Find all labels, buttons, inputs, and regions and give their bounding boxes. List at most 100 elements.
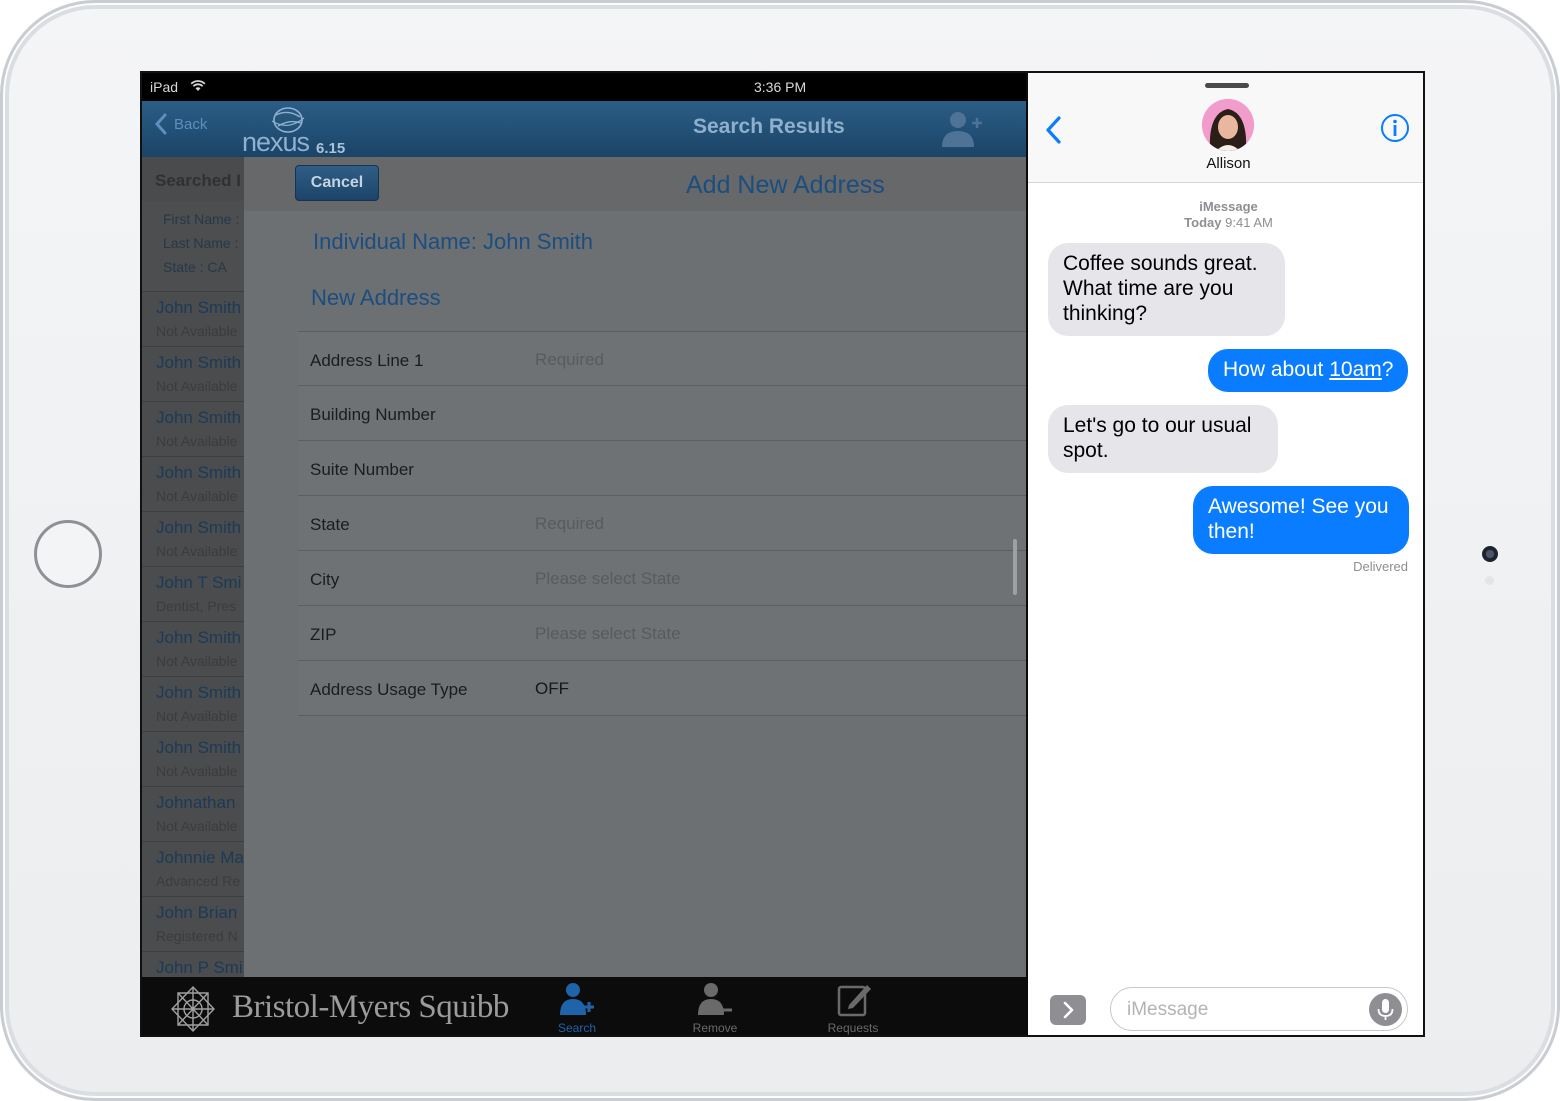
- result-row[interactable]: John Smith Not Available: [142, 621, 244, 676]
- slide-over-grabber[interactable]: [1205, 83, 1249, 88]
- delivered-status: Delivered: [1353, 559, 1408, 574]
- field-value[interactable]: Please select State: [535, 569, 681, 589]
- brand-name: Bristol-Myers Squibb: [232, 989, 509, 1025]
- bms-logo-icon: [171, 985, 215, 1033]
- field-label: City: [310, 570, 340, 589]
- form-row[interactable]: City Please select State: [298, 551, 1026, 606]
- tab-remove[interactable]: Remove: [670, 981, 760, 1035]
- ipad-frame: iPad 3:36 PM Back nexus 6.15 Search Resu…: [0, 0, 1560, 1101]
- result-detail: Not Available: [156, 433, 238, 449]
- result-row[interactable]: Johnnie Ma Advanced Re: [142, 841, 244, 896]
- messages-app: Allison iMessage Today 9:41 AM Coffee so…: [1026, 73, 1423, 1035]
- result-name: John Smith: [156, 738, 242, 757]
- field-value[interactable]: Required: [535, 514, 604, 534]
- info-icon[interactable]: [1380, 113, 1410, 143]
- modal-title: Add New Address: [686, 171, 885, 199]
- message-bubble-outgoing[interactable]: How about 10am?: [1208, 349, 1409, 392]
- result-row[interactable]: John Smith Not Available: [142, 291, 244, 346]
- result-detail: Not Available: [156, 708, 238, 724]
- bubble-text-end: ?: [1381, 358, 1394, 381]
- service-label: iMessage: [1199, 199, 1258, 214]
- chevron-left-icon[interactable]: [1044, 115, 1062, 145]
- result-row[interactable]: John Brian Registered N: [142, 896, 244, 951]
- add-user-icon[interactable]: [938, 109, 984, 149]
- field-value[interactable]: Please select State: [535, 624, 681, 644]
- logo-version: 6.15: [316, 140, 346, 157]
- result-name: Johnathan: [156, 793, 236, 812]
- cancel-button[interactable]: Cancel: [295, 165, 379, 201]
- message-input-placeholder: iMessage: [1127, 999, 1209, 1020]
- back-button[interactable]: Back: [154, 113, 207, 135]
- contact-avatar[interactable]: [1202, 99, 1254, 151]
- result-name: John Smith: [156, 298, 242, 317]
- chevron-left-icon: [154, 113, 167, 135]
- search-criteria: First Name : Last Name : State : CA: [142, 201, 244, 291]
- home-button[interactable]: [34, 520, 102, 588]
- message-input[interactable]: iMessage: [1110, 987, 1408, 1031]
- app-drawer-button[interactable]: [1050, 995, 1086, 1025]
- back-label: Back: [174, 115, 208, 133]
- search-panel-title: Searched I: [155, 171, 241, 190]
- field-label: State: [310, 515, 350, 534]
- result-row[interactable]: John Smith Not Available: [142, 676, 244, 731]
- nexus-app: iPad 3:36 PM Back nexus 6.15 Search Resu…: [142, 73, 1026, 1035]
- result-row[interactable]: John Smith Not Available: [142, 401, 244, 456]
- result-name: John Smith: [156, 463, 242, 482]
- form-row[interactable]: Building Number: [298, 386, 1026, 441]
- result-detail: Not Available: [156, 323, 238, 339]
- page-title: Search Results: [693, 115, 845, 138]
- result-row[interactable]: Johnathan Not Available: [142, 786, 244, 841]
- modal-header: Cancel Add New Address: [244, 157, 1026, 211]
- time-link[interactable]: 10am: [1329, 358, 1382, 381]
- tab-remove-label: Remove: [692, 1021, 738, 1035]
- result-detail: Dentist, Pres: [156, 598, 237, 614]
- result-row[interactable]: John Smith Not Available: [142, 731, 244, 786]
- result-row[interactable]: John T Smi Dentist, Pres: [142, 566, 244, 621]
- address-form: Address Line 1 Required Building Number Sui…: [298, 331, 1026, 716]
- message-bubble-incoming[interactable]: Let's go to our usual spot.: [1048, 405, 1278, 473]
- light-sensor: [1485, 576, 1494, 585]
- remove-user-icon: [698, 983, 732, 1015]
- add-address-modal: Cancel Add New Address Individual Name: …: [244, 157, 1026, 977]
- nexus-navbar: Back nexus 6.15 Search Results: [142, 101, 1026, 157]
- result-name: John T Smi: [156, 573, 242, 592]
- dictation-button[interactable]: [1369, 993, 1402, 1026]
- contact-name: Allison: [1206, 155, 1251, 172]
- status-time: 3:36 PM: [754, 79, 807, 95]
- tab-requests[interactable]: Requests: [808, 981, 898, 1035]
- time-label: 9:41 AM: [1225, 215, 1273, 230]
- result-detail: Not Available: [156, 763, 238, 779]
- carrier-label: iPad: [150, 79, 179, 95]
- search-panel-header: Searched I: [142, 157, 244, 201]
- microphone-icon: [1377, 999, 1394, 1020]
- result-detail: Advanced Re: [156, 873, 241, 889]
- result-row[interactable]: John Smith Not Available: [142, 511, 244, 566]
- message-bubble-outgoing[interactable]: Awesome! See you then!: [1193, 486, 1409, 554]
- field-label: Address Line 1: [310, 351, 424, 370]
- result-name: John Brian: [156, 903, 238, 922]
- section-title: New Address: [311, 285, 441, 310]
- form-row[interactable]: Address Line 1 Required: [298, 331, 1026, 386]
- result-name: John Smith: [156, 353, 242, 372]
- scroll-indicator[interactable]: [1013, 539, 1017, 595]
- field-label: Suite Number: [310, 460, 414, 479]
- form-row[interactable]: Address Usage Type OFF: [298, 661, 1026, 716]
- form-row[interactable]: ZIP Please select State: [298, 606, 1026, 661]
- field-value[interactable]: OFF: [535, 679, 569, 699]
- wifi-icon: [190, 80, 206, 91]
- result-name: John P Smi: [156, 958, 243, 977]
- result-name: John Smith: [156, 408, 242, 427]
- criteria-first-name: First Name :: [163, 211, 240, 227]
- field-value[interactable]: Required: [535, 350, 604, 370]
- camera: [1482, 546, 1498, 562]
- result-row[interactable]: John Smith Not Available: [142, 346, 244, 401]
- bubble-text: How about: [1223, 358, 1330, 381]
- form-row[interactable]: State Required: [298, 496, 1026, 551]
- tab-search[interactable]: Search: [532, 981, 622, 1035]
- result-row[interactable]: John Smith Not Available: [142, 456, 244, 511]
- message-bubble-incoming[interactable]: Coffee sounds great. What time are you t…: [1048, 243, 1285, 336]
- form-row[interactable]: Suite Number: [298, 441, 1026, 496]
- chevron-right-icon: [1063, 1001, 1074, 1019]
- result-detail: Not Available: [156, 818, 238, 834]
- nexus-logo: nexus 6.15: [242, 103, 382, 157]
